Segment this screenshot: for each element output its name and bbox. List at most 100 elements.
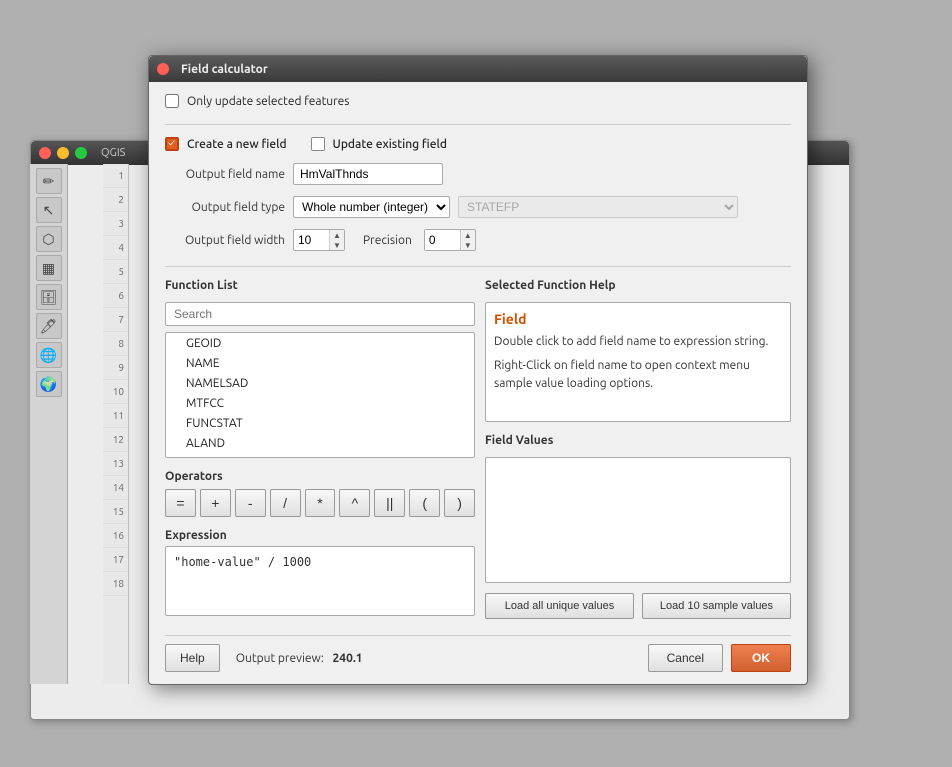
row-num-4: 4 [103, 236, 128, 260]
update-existing-select: STATEFP [458, 196, 738, 218]
precision-spinbox-down[interactable]: ▼ [461, 240, 475, 250]
dialog-buttons: Cancel OK [648, 644, 791, 672]
operators-row: = + - / * ^ || ( ) [165, 489, 475, 517]
row-num-1: 1 [103, 164, 128, 188]
op-concat-btn[interactable]: || [374, 489, 405, 517]
create-new-field-checkbox[interactable] [165, 137, 179, 151]
bottom-row: Help Output preview: 240.1 Cancel OK [165, 635, 791, 672]
toolbar-pencil-icon[interactable]: ✏ [36, 168, 62, 194]
row-num-10: 10 [103, 380, 128, 404]
precision-spinbox-arrows: ▲ ▼ [460, 230, 475, 250]
row-num-17: 17 [103, 548, 128, 572]
op-divide-btn[interactable]: / [270, 489, 301, 517]
load-all-btn[interactable]: Load all unique values [485, 593, 634, 619]
function-item-namelsad[interactable]: NAMELSAD [166, 373, 474, 393]
dialog-close-btn[interactable] [157, 63, 169, 75]
function-item-funcstat[interactable]: FUNCSTAT [166, 413, 474, 433]
field-calculator-dialog: Field calculator Only update selected fe… [148, 55, 808, 685]
help-button[interactable]: Help [165, 644, 220, 672]
expression-header: Expression [165, 529, 475, 542]
width-spinbox-down[interactable]: ▼ [330, 240, 344, 250]
row-num-5: 5 [103, 260, 128, 284]
output-field-type-select[interactable]: Whole number (integer) [293, 196, 450, 218]
bg-close-btn[interactable] [39, 147, 51, 159]
output-field-name-row: Output field name [165, 163, 791, 185]
output-field-type-label: Output field type [165, 201, 285, 214]
update-existing-checkbox[interactable] [311, 137, 325, 151]
row-num-2: 2 [103, 188, 128, 212]
divider-2 [165, 266, 791, 267]
row-num-18: 18 [103, 572, 128, 596]
output-field-width-label: Output field width [165, 234, 285, 247]
bg-window-title: QGIS [101, 147, 125, 159]
precision-spinbox-up[interactable]: ▲ [461, 230, 475, 240]
help-text1: Double click to add field name to expres… [494, 333, 782, 351]
main-columns: Function List GEOID NAME NAMELSAD MTFCC … [165, 279, 791, 619]
row-num-14: 14 [103, 476, 128, 500]
op-open-paren-btn[interactable]: ( [409, 489, 440, 517]
op-equals-btn[interactable]: = [165, 489, 196, 517]
row-num-12: 12 [103, 428, 128, 452]
toolbar-globe2-icon[interactable]: 🌍 [36, 371, 62, 397]
help-text2: Right-Click on field name to open contex… [494, 357, 782, 393]
width-spinbox-input[interactable] [294, 230, 329, 250]
create-new-field-group: Create a new field [165, 137, 287, 151]
output-field-name-input[interactable] [293, 163, 443, 185]
width-spinbox-up[interactable]: ▲ [330, 230, 344, 240]
op-multiply-btn[interactable]: * [305, 489, 336, 517]
dialog-titlebar: Field calculator [149, 56, 807, 82]
function-item-aland[interactable]: ALAND [166, 433, 474, 453]
expression-section: Expression "home-value" / 1000 [165, 529, 475, 619]
expression-input[interactable]: "home-value" / 1000 [165, 546, 475, 616]
precision-spinbox-input[interactable] [425, 230, 460, 250]
row-num-9: 9 [103, 356, 128, 380]
toolbar-select-icon[interactable]: ▦ [36, 255, 62, 281]
toolbar-node-icon[interactable]: ⬡ [36, 226, 62, 252]
op-power-btn[interactable]: ^ [339, 489, 370, 517]
precision-label: Precision [363, 234, 412, 247]
toolbar-cursor-icon[interactable]: ↖ [36, 197, 62, 223]
load-sample-btn[interactable]: Load 10 sample values [642, 593, 791, 619]
only-update-row: Only update selected features [165, 94, 791, 108]
output-preview-value: 240.1 [333, 652, 363, 665]
op-plus-btn[interactable]: + [200, 489, 231, 517]
row-numbers-panel: 123456789101112131415161718 [103, 164, 129, 684]
row-num-8: 8 [103, 332, 128, 356]
ok-button[interactable]: OK [731, 644, 791, 672]
help-column: Selected Function Help Field Double clic… [485, 279, 791, 619]
function-list-column: Function List GEOID NAME NAMELSAD MTFCC … [165, 279, 475, 619]
create-new-field-label: Create a new field [187, 138, 287, 151]
bg-max-btn[interactable] [75, 147, 87, 159]
op-minus-btn[interactable]: - [235, 489, 266, 517]
output-field-width-row: Output field width ▲ ▼ Precision ▲ ▼ [165, 229, 791, 251]
row-num-16: 16 [103, 524, 128, 548]
load-buttons-row: Load all unique values Load 10 sample va… [485, 593, 791, 619]
row-num-13: 13 [103, 452, 128, 476]
row-num-3: 3 [103, 212, 128, 236]
field-values-box [485, 457, 791, 583]
dialog-body: Only update selected features Create a n… [149, 82, 807, 684]
row-num-7: 7 [103, 308, 128, 332]
toolbar-pen-icon[interactable]: 🖊 [36, 313, 62, 339]
function-item-mtfcc[interactable]: MTFCC [166, 393, 474, 413]
width-spinbox[interactable]: ▲ ▼ [293, 229, 345, 251]
only-update-checkbox[interactable] [165, 94, 179, 108]
output-preview: Output preview: 240.1 [236, 652, 648, 665]
cancel-button[interactable]: Cancel [648, 644, 723, 672]
help-box: Field Double click to add field name to … [485, 302, 791, 422]
toolbar-globe-icon[interactable]: 🌐 [36, 342, 62, 368]
function-list[interactable]: GEOID NAME NAMELSAD MTFCC FUNCSTAT ALAND… [165, 332, 475, 458]
toolbar-db-icon[interactable]: 🗄 [36, 284, 62, 310]
op-close-paren-btn[interactable]: ) [444, 489, 475, 517]
left-toolbar: ✏ ↖ ⬡ ▦ 🗄 🖊 🌐 🌍 [30, 164, 68, 684]
bg-min-btn[interactable] [57, 147, 69, 159]
function-item-geoid[interactable]: GEOID [166, 333, 474, 353]
update-existing-group: Update existing field [311, 137, 447, 151]
only-update-label: Only update selected features [187, 95, 350, 108]
function-item-name[interactable]: NAME [166, 353, 474, 373]
precision-spinbox[interactable]: ▲ ▼ [424, 229, 476, 251]
search-input[interactable] [165, 302, 475, 326]
operators-section: Operators = + - / * ^ || ( ) [165, 470, 475, 517]
function-item-awater[interactable]: AWATER [166, 453, 474, 458]
dialog-title: Field calculator [181, 63, 268, 76]
